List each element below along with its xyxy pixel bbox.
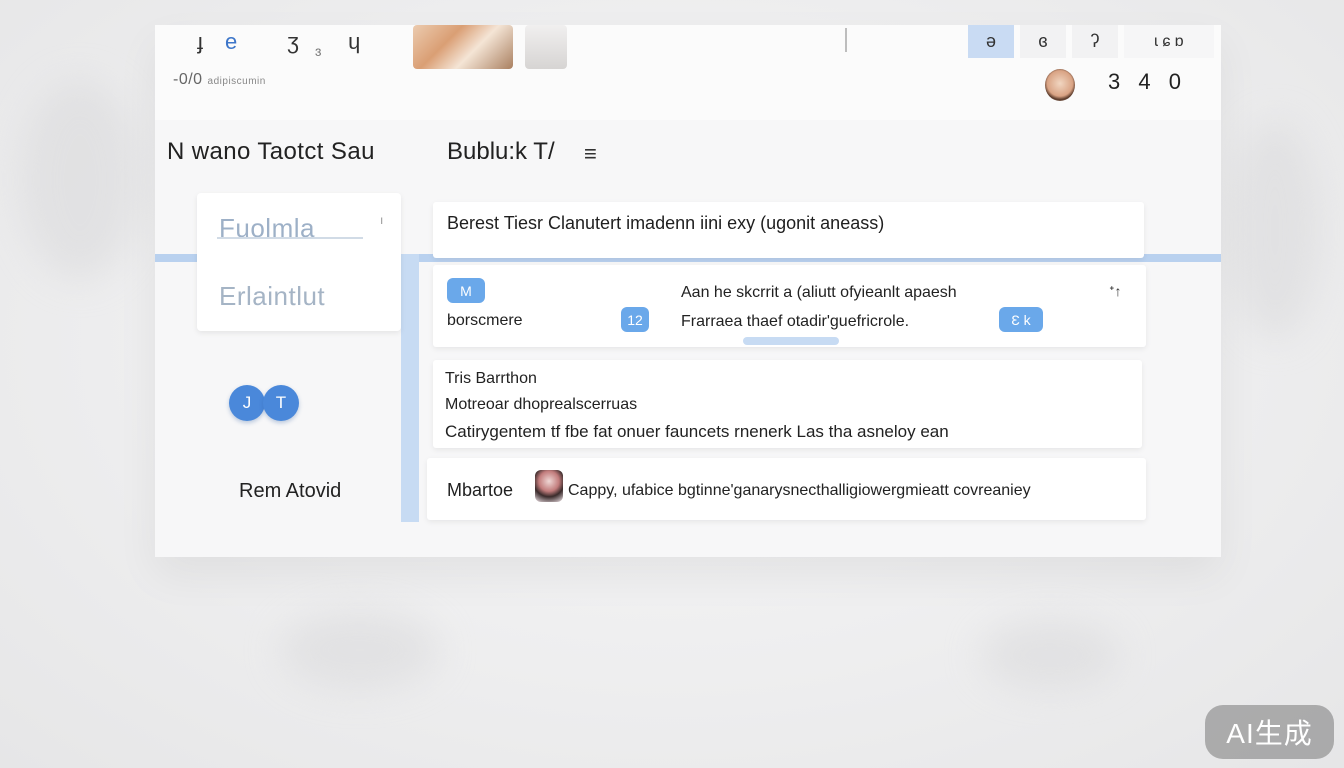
section-title: Bublu:k T/	[447, 138, 555, 165]
content-header-text: Berest Tiesr Clanutert imadenn iini exy …	[447, 213, 885, 233]
app-window: ɟ e ʒ ɜ ɥ -0/0 adipiscumin ə ɞ ʔ ɩ ɕ ɒ 3…	[155, 25, 1221, 557]
background-blur	[1230, 120, 1320, 340]
caret-icon: ı	[380, 213, 384, 227]
background-blur	[980, 620, 1120, 690]
selection-highlight	[743, 337, 839, 345]
media-thumbnail[interactable]	[525, 25, 567, 69]
toolbar-divider	[845, 28, 847, 52]
tag-badge[interactable]: M	[447, 278, 485, 303]
toolbar-icon[interactable]: e	[225, 29, 237, 55]
toolbar-button[interactable]: ɞ	[1020, 25, 1066, 58]
detail-text: Aan he skcrrit a (aliutt ofyieanlt apaes…	[681, 284, 957, 301]
toolbar-right-group: ə ɞ ʔ ɩ ɕ ɒ	[968, 25, 1220, 58]
top-toolbar: ɟ e ʒ ɜ ɥ -0/0 adipiscumin ə ɞ ʔ ɩ ɕ ɒ 3…	[155, 25, 1221, 120]
toolbar-subtitle-main: -0/0	[173, 71, 203, 88]
footer-label: Mbartoe	[447, 480, 514, 500]
page-title: N wano Taotct Sau	[167, 138, 375, 165]
left-panel: Fuolmla ı Erlaintlut	[197, 193, 401, 331]
user-badge[interactable]: J	[229, 385, 265, 421]
footer-card[interactable]: Mbartoe Cappy, ufabice bgtinne'ganarysne…	[427, 458, 1146, 520]
list-card[interactable]: Tris Barrthon Motreoar dhoprealscerruas …	[433, 360, 1142, 448]
left-panel-underline	[217, 237, 363, 239]
avatar[interactable]	[1045, 69, 1075, 101]
left-panel-item[interactable]: Erlaintlut	[219, 281, 325, 312]
toolbar-icon[interactable]: ʒ	[287, 29, 299, 55]
toolbar-icon[interactable]: ɜ	[315, 43, 321, 59]
ai-watermark: AI生成	[1205, 705, 1334, 759]
media-thumbnail[interactable]	[413, 25, 513, 69]
content-header-card: Berest Tiesr Clanutert imadenn iini exy …	[433, 202, 1144, 258]
toolbar-subtitle: -0/0 adipiscumin	[173, 71, 266, 89]
list-item: Catirygentem tf fbe fat onuer fauncets r…	[445, 422, 949, 441]
list-item: Motreoar dhoprealscerruas	[445, 396, 638, 413]
content-rail	[401, 254, 419, 522]
detail-label: borscmere	[447, 312, 523, 329]
badge-group: J T	[229, 385, 299, 421]
background-blur	[280, 610, 440, 690]
menu-icon[interactable]: ≡	[584, 141, 597, 167]
toolbar-button[interactable]: ɩ ɕ ɒ	[1124, 25, 1214, 58]
detail-text: Frarraea thaef otadir'guefricrole.	[681, 313, 910, 330]
sort-icon[interactable]: ᐩ↑	[1109, 283, 1121, 300]
toolbar-icon[interactable]: ɟ	[197, 29, 203, 55]
background-blur	[20, 80, 140, 280]
footer-text: Cappy, ufabice bgtinne'ganarysnecthallig…	[568, 482, 1031, 499]
status-badge[interactable]: Ɛ k	[999, 307, 1043, 332]
toolbar-subtitle-small: adipiscumin	[207, 76, 266, 87]
toolbar-icon[interactable]: ɥ	[348, 29, 360, 55]
detail-card[interactable]: M borscmere 12 Aan he skcrrit a (aliutt …	[433, 265, 1146, 347]
character-icon	[535, 470, 563, 502]
user-badge[interactable]: T	[263, 385, 299, 421]
left-footer-label[interactable]: Rem Atovid	[239, 480, 341, 503]
toolbar-button[interactable]: ʔ	[1072, 25, 1118, 58]
left-panel-item[interactable]: Fuolmla	[219, 213, 315, 244]
list-item: Tris Barrthon	[445, 370, 537, 387]
count-badge[interactable]: 12	[621, 307, 649, 332]
counter-text: 3 4 0	[1108, 69, 1187, 94]
toolbar-button-active[interactable]: ə	[968, 25, 1014, 58]
